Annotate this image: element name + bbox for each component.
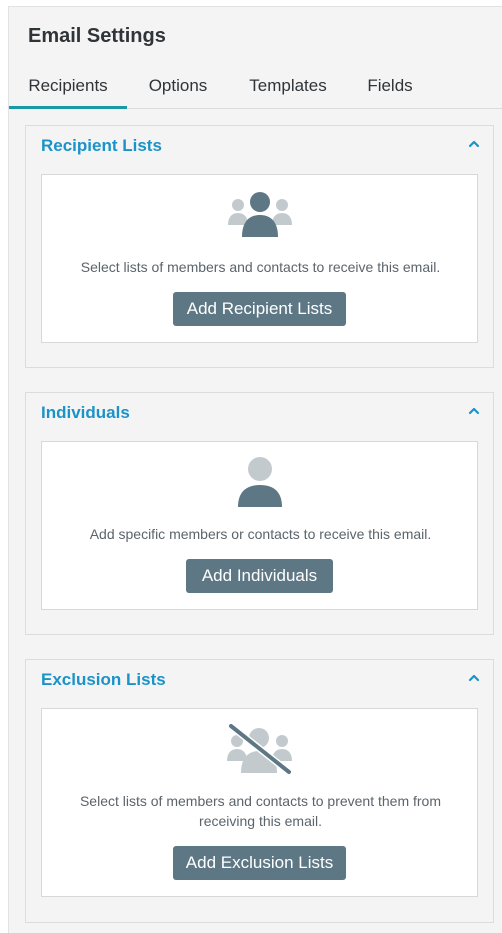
tab-options[interactable]: Options: [127, 67, 229, 109]
individuals-header[interactable]: Individuals: [41, 403, 130, 423]
add-exclusion-lists-button[interactable]: Add Exclusion Lists: [173, 846, 346, 880]
tab-fields[interactable]: Fields: [347, 67, 433, 109]
exclusion-lists-body: Select lists of members and contacts to …: [41, 708, 478, 897]
individuals-body: Add specific members or contacts to rece…: [41, 441, 478, 610]
tab-bar: Recipients Options Templates Fields: [9, 67, 502, 109]
exclusion-lists-description-line-2: receiving this email.: [199, 813, 322, 829]
page-title: Email Settings: [28, 25, 166, 47]
exclusion-lists-description-line-1: Select lists of members and contacts to …: [79, 793, 442, 809]
tab-recipients[interactable]: Recipients: [9, 67, 127, 109]
add-individuals-button[interactable]: Add Individuals: [186, 559, 333, 593]
recipient-lists-body: Select lists of members and contacts to …: [41, 174, 478, 343]
add-recipient-lists-button[interactable]: Add Recipient Lists: [173, 292, 346, 326]
chevron-up-icon[interactable]: [467, 673, 481, 683]
users-group-icon: [42, 191, 477, 244]
exclusion-lists-section: Exclusion Lists Select lists of members …: [25, 659, 494, 923]
user-icon: [42, 456, 477, 513]
individuals-section: Individuals Add specific members or cont…: [25, 392, 494, 635]
exclusion-lists-header[interactable]: Exclusion Lists: [41, 670, 166, 690]
individuals-description: Add specific members or contacts to rece…: [89, 526, 432, 542]
users-group-slash-icon: [42, 722, 477, 780]
chevron-up-icon[interactable]: [467, 406, 481, 416]
email-settings-panel: Email Settings Recipients Options Templa…: [8, 6, 502, 933]
recipient-lists-header[interactable]: Recipient Lists: [41, 136, 162, 156]
tab-templates[interactable]: Templates: [229, 67, 347, 109]
recipient-lists-description: Select lists of members and contacts to …: [80, 259, 441, 275]
chevron-up-icon[interactable]: [467, 139, 481, 149]
recipient-lists-section: Recipient Lists Select lists of members …: [25, 125, 494, 368]
exclusion-lists-description: Select lists of members and contacts to …: [52, 791, 469, 831]
